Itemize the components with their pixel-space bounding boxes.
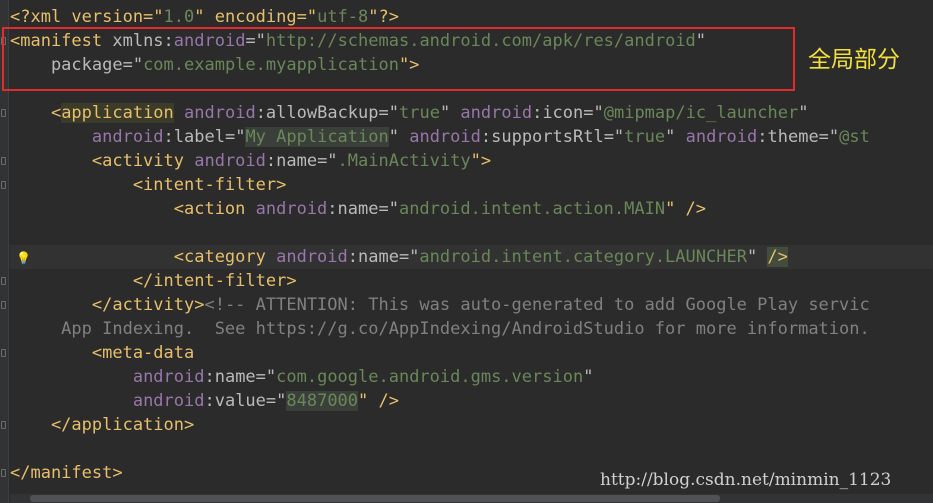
- code-token: App Indexing. See https://g.co/AppIndexi…: [10, 319, 870, 339]
- code-token: 8487000: [286, 391, 359, 411]
- code-token: @st: [839, 127, 870, 147]
- global-section-highlight-box: [2, 27, 795, 91]
- code-line[interactable]: App Indexing. See https://g.co/AppIndexi…: [10, 317, 870, 341]
- code-token: " />: [665, 199, 707, 219]
- code-token: android: [184, 103, 256, 123]
- code-token: :icon=": [532, 103, 604, 123]
- code-token: ": [665, 127, 686, 147]
- code-token: android: [276, 247, 348, 267]
- code-token: .MainActivity: [337, 151, 471, 171]
- code-line[interactable]: android:label="My Application" android:s…: [10, 125, 870, 149]
- code-token: android: [132, 367, 205, 387]
- code-token: </application>: [10, 415, 195, 435]
- code-token: android: [194, 151, 266, 171]
- code-token: <meta-data: [10, 343, 195, 363]
- code-token: android: [91, 127, 164, 147]
- code-token: />: [767, 247, 788, 267]
- code-token: </activity>: [10, 295, 205, 315]
- code-token: true: [624, 127, 666, 147]
- code-line[interactable]: <category android:name="android.intent.c…: [10, 245, 933, 269]
- code-token: android.intent.action.MAIN: [398, 199, 666, 219]
- fold-marker-icon[interactable]: [1, 277, 6, 285]
- code-token: :name=": [204, 367, 277, 387]
- code-line[interactable]: </activity><!-- ATTENTION: This was auto…: [10, 293, 870, 317]
- code-token: 1.0: [163, 7, 195, 27]
- code-token: " encoding=": [194, 7, 318, 27]
- code-line[interactable]: </intent-filter>: [10, 269, 297, 293]
- code-token: android: [409, 127, 481, 147]
- fold-marker-icon[interactable]: [1, 109, 6, 117]
- code-token: "?>: [368, 7, 399, 27]
- code-line[interactable]: <action android:name="android.intent.act…: [10, 197, 706, 221]
- code-line[interactable]: </application>: [10, 413, 194, 437]
- annotation-label: 全局部分: [808, 47, 900, 73]
- lightbulb-icon[interactable]: 💡: [16, 251, 31, 265]
- code-token: android.intent.category.LAUNCHER: [419, 247, 747, 267]
- code-token: :name=": [265, 151, 338, 171]
- code-token: <: [10, 103, 62, 123]
- code-token: <!-- ATTENTION: This was auto-generated …: [204, 295, 870, 315]
- code-token: ": [583, 367, 594, 387]
- code-token: com.google.android.gms.version: [276, 367, 584, 387]
- code-line[interactable]: </manifest>: [10, 461, 123, 485]
- code-token: :theme=": [757, 127, 840, 147]
- code-token: :name=": [347, 247, 420, 267]
- code-token: :value=": [204, 391, 287, 411]
- code-token: ": [798, 103, 809, 123]
- code-line[interactable]: <application android:allowBackup="true" …: [10, 101, 808, 125]
- code-token: <intent-filter>: [10, 175, 287, 195]
- fold-marker-icon[interactable]: [1, 181, 6, 189]
- code-line[interactable]: android:value="8487000" />: [10, 389, 399, 413]
- code-token: <?xml version=": [10, 7, 164, 27]
- code-token: <category: [10, 247, 277, 267]
- scrollbar-thumb[interactable]: [30, 495, 720, 502]
- code-token: </manifest>: [10, 463, 123, 483]
- code-token: :name=": [327, 199, 399, 219]
- code-token: My Application: [245, 127, 389, 147]
- code-token: " />: [358, 391, 399, 411]
- code-line[interactable]: <?xml version="1.0" encoding="utf-8"?>: [10, 5, 399, 29]
- code-line[interactable]: <activity android:name=".MainActivity">: [10, 149, 491, 173]
- code-token: :supportsRtl=": [480, 127, 625, 147]
- code-token: android: [255, 199, 328, 219]
- fold-marker-icon[interactable]: [1, 157, 6, 165]
- code-token: utf-8: [317, 7, 369, 27]
- code-token: </intent-filter>: [10, 271, 297, 291]
- code-token: ">: [470, 151, 492, 171]
- code-token: :allowBackup=": [255, 103, 399, 123]
- code-token: application: [61, 103, 174, 123]
- code-token: ": [388, 127, 410, 147]
- code-token: ": [746, 247, 768, 267]
- watermark-url: http://blog.csdn.net/minmin_1123: [600, 470, 892, 490]
- code-token: android: [132, 391, 205, 411]
- code-line[interactable]: <meta-data: [10, 341, 194, 365]
- code-token: <action: [10, 199, 256, 219]
- horizontal-scrollbar[interactable]: [10, 494, 933, 503]
- fold-marker-icon[interactable]: [1, 421, 6, 429]
- code-line[interactable]: <intent-filter>: [10, 173, 287, 197]
- fold-marker-icon[interactable]: [1, 349, 6, 357]
- code-token: :label=": [163, 127, 246, 147]
- fold-marker-icon[interactable]: [1, 469, 6, 477]
- code-token: ": [439, 103, 461, 123]
- code-token: android: [460, 103, 533, 123]
- code-token: <activity: [10, 151, 195, 171]
- code-token: @mipmap/ic_launcher: [603, 103, 799, 123]
- code-token: android: [685, 127, 758, 147]
- code-token: true: [398, 103, 440, 123]
- code-line[interactable]: android:name="com.google.android.gms.ver…: [10, 365, 594, 389]
- fold-marker-icon[interactable]: [1, 301, 6, 309]
